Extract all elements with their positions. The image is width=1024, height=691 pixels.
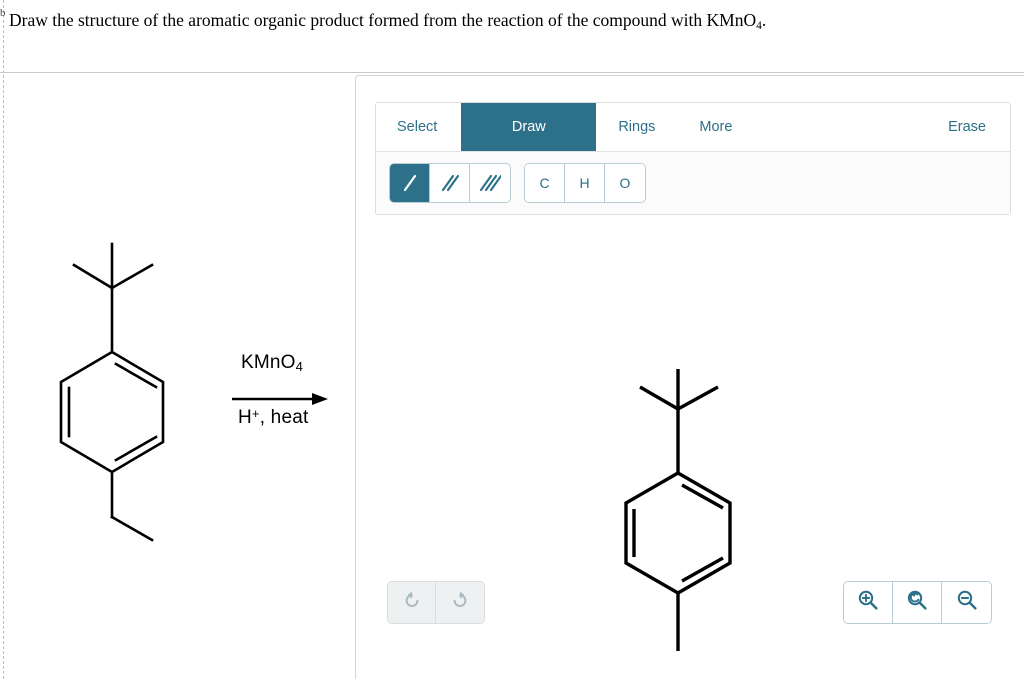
- toolbar-tab-row: Select Draw Rings More Erase: [376, 103, 1010, 152]
- zoom-reset-button[interactable]: [893, 582, 942, 623]
- reagent-below-rest: , heat: [259, 407, 309, 428]
- reagent-above-label: KMnO: [241, 352, 296, 373]
- redo-button[interactable]: [436, 582, 484, 623]
- clipped-leading-glyph: b: [0, 7, 6, 19]
- undo-button[interactable]: [388, 582, 436, 623]
- zoom-cluster: [843, 581, 992, 624]
- page-edge-rule: [3, 0, 5, 679]
- reagent-above-arrow: KMnO4: [241, 352, 303, 374]
- drawn-molecule[interactable]: [620, 361, 800, 691]
- reagent-below-arrow: H+, heat: [238, 406, 308, 429]
- undo-icon: [402, 590, 422, 615]
- zoom-out-button[interactable]: [942, 582, 991, 623]
- reagent-above-subscript: 4: [295, 359, 304, 374]
- redo-icon: [450, 590, 470, 615]
- molecule-editor-panel: Select Draw Rings More Erase C H O: [355, 75, 1024, 679]
- reagent-below-charge: +: [251, 406, 260, 421]
- tab-select[interactable]: Select: [376, 103, 461, 151]
- tab-draw[interactable]: Draw: [461, 103, 597, 151]
- prompt-text-tail: .: [761, 10, 767, 30]
- undo-redo-cluster: [387, 581, 485, 624]
- tab-row-spacer: [754, 103, 926, 151]
- page-title: b Draw the structure of the aromatic orga…: [0, 2, 1020, 37]
- header-divider: [0, 72, 1024, 73]
- zoom-in-icon: [856, 588, 880, 617]
- reaction-scheme: [30, 225, 360, 555]
- zoom-out-icon: [955, 588, 979, 617]
- tab-erase[interactable]: Erase: [926, 103, 1010, 151]
- tab-rings[interactable]: Rings: [596, 103, 677, 151]
- tab-more[interactable]: More: [677, 103, 754, 151]
- prompt-text: Draw the structure of the aromatic organ…: [9, 10, 757, 30]
- zoom-reset-icon: [905, 588, 929, 617]
- zoom-in-button[interactable]: [844, 582, 893, 623]
- reagent-below-h: H: [238, 407, 252, 428]
